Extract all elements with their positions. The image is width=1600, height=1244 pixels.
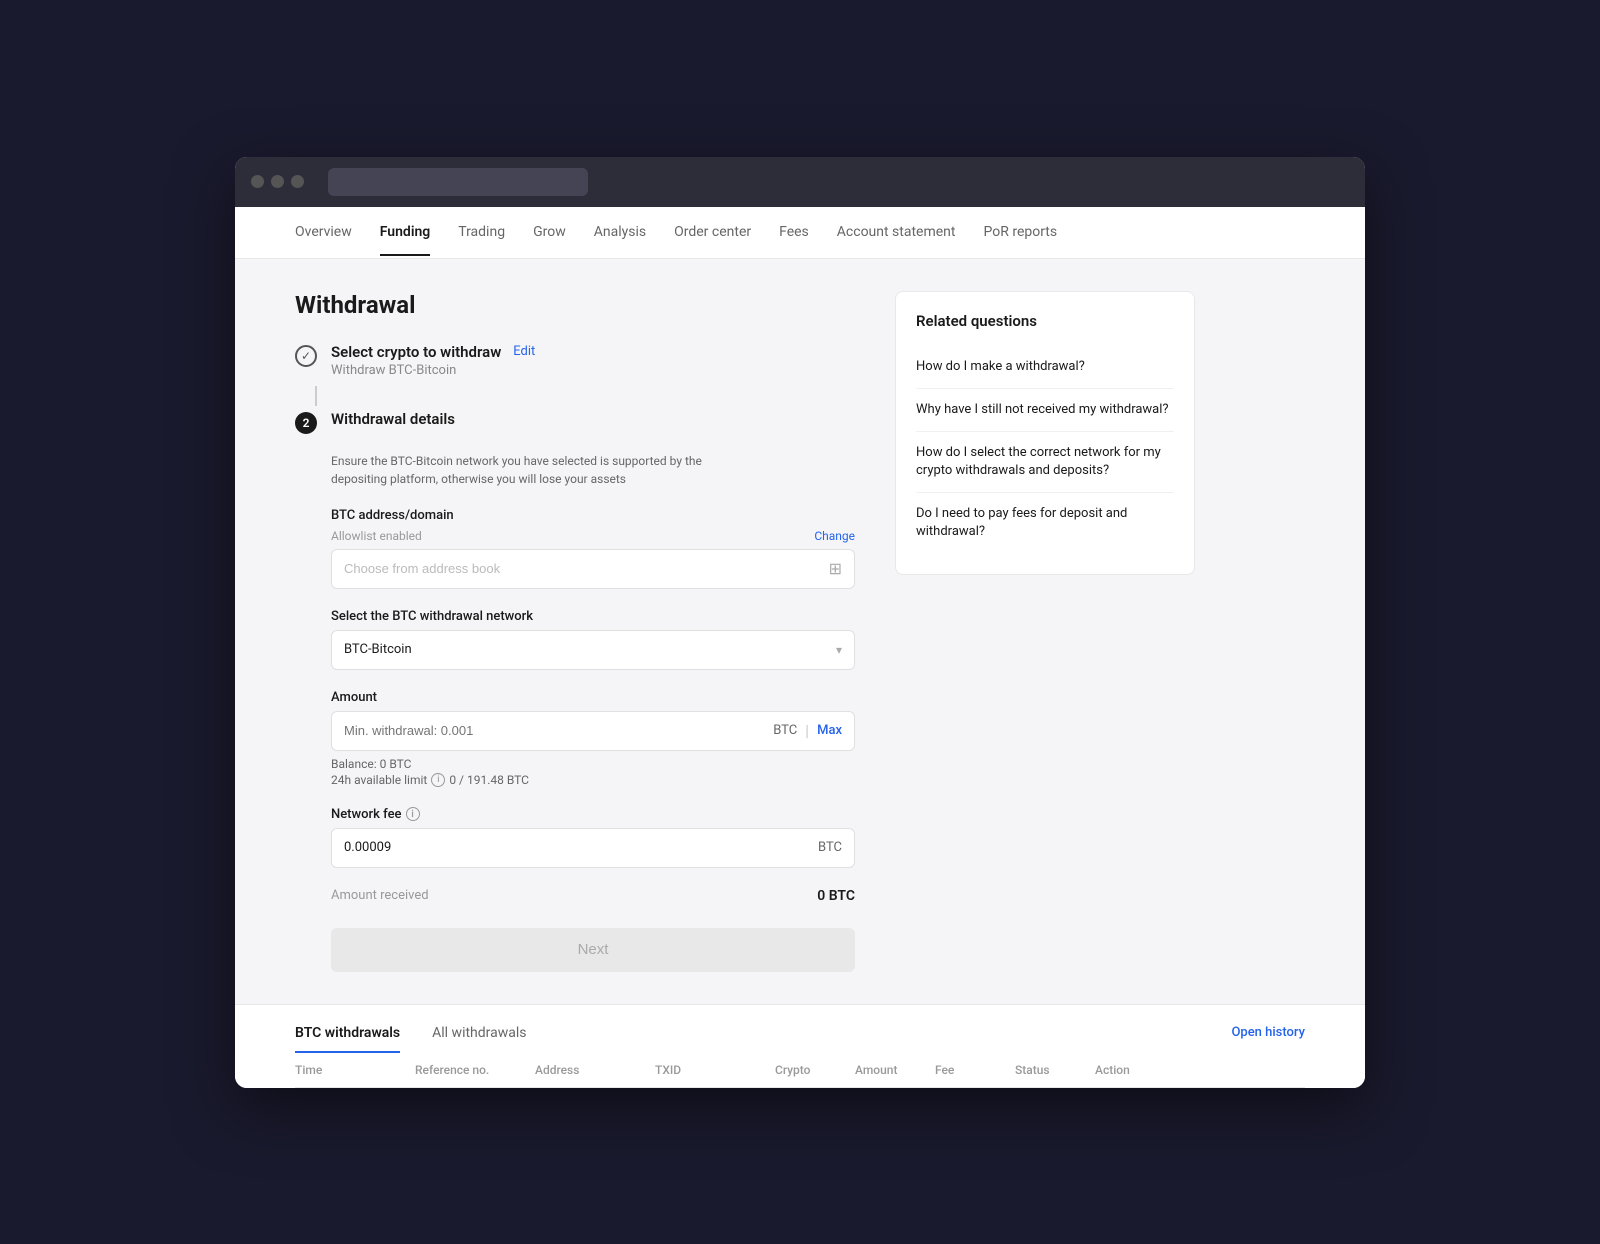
bottom-section: BTC withdrawals All withdrawals Open his… xyxy=(235,1004,1365,1088)
traffic-light-minimize[interactable] xyxy=(271,175,284,188)
btc-address-sublabel: Allowlist enabled Change xyxy=(331,529,855,543)
table-header: Time Reference no. Address TXID Crypto A… xyxy=(295,1053,1305,1088)
network-select-value: BTC-Bitcoin xyxy=(344,642,836,657)
th-address: Address xyxy=(535,1063,655,1077)
nav-item-account-statement[interactable]: Account statement xyxy=(837,208,956,256)
change-link[interactable]: Change xyxy=(814,529,855,543)
fee-wrapper: 0.00009 BTC xyxy=(331,828,855,868)
related-questions-title: Related questions xyxy=(916,312,1174,330)
tab-btc-withdrawals[interactable]: BTC withdrawals xyxy=(295,1013,416,1053)
step-check-icon: ✓ xyxy=(295,345,317,367)
chevron-down-icon: ▾ xyxy=(836,643,842,657)
step-1-label-row: Select crypto to withdraw Edit xyxy=(331,343,535,361)
right-panel: Related questions How do I make a withdr… xyxy=(895,291,1195,972)
step-2-row: 2 Withdrawal details xyxy=(295,410,855,436)
network-field: Select the BTC withdrawal network BTC-Bi… xyxy=(331,609,855,670)
step-1-icon: ✓ xyxy=(295,345,319,369)
related-item-3[interactable]: Do I need to pay fees for deposit and wi… xyxy=(916,493,1174,553)
max-button[interactable]: Max xyxy=(817,723,842,738)
btc-address-label: BTC address/domain xyxy=(331,508,855,523)
nav-item-por-reports[interactable]: PoR reports xyxy=(984,208,1058,256)
amount-received-row: Amount received 0 BTC xyxy=(331,888,855,904)
nav-item-analysis[interactable]: Analysis xyxy=(594,208,646,256)
nav-item-overview[interactable]: Overview xyxy=(295,208,352,256)
fee-info-icon[interactable]: i xyxy=(406,807,420,821)
amount-input-wrapper[interactable]: BTC | Max xyxy=(331,711,855,751)
nav-item-order-center[interactable]: Order center xyxy=(674,208,751,256)
nav-item-grow[interactable]: Grow xyxy=(533,208,566,256)
next-button[interactable]: Next xyxy=(331,928,855,972)
step-1-edit-link[interactable]: Edit xyxy=(513,344,535,359)
step-2-icon: 2 xyxy=(295,412,319,436)
amount-input[interactable] xyxy=(344,723,773,738)
step-connector xyxy=(315,386,317,406)
amount-divider: | xyxy=(805,721,809,740)
step-1-subtitle: Withdraw BTC-Bitcoin xyxy=(331,363,535,378)
traffic-light-close[interactable] xyxy=(251,175,264,188)
tab-all-withdrawals[interactable]: All withdrawals xyxy=(432,1013,542,1053)
network-fee-field: Network fee i 0.00009 BTC xyxy=(331,807,855,868)
th-crypto: Crypto xyxy=(775,1063,855,1077)
network-fee-label: Network fee xyxy=(331,807,402,822)
tabs-list: BTC withdrawals All withdrawals xyxy=(295,1013,559,1053)
fee-value: 0.00009 xyxy=(344,840,818,855)
th-status: Status xyxy=(1015,1063,1095,1077)
amount-label: Amount xyxy=(331,690,855,705)
related-item-1[interactable]: Why have I still not received my withdra… xyxy=(916,389,1174,432)
nav-item-funding[interactable]: Funding xyxy=(380,208,430,256)
limit-value: 0 / 191.48 BTC xyxy=(449,773,529,787)
amount-received-value: 0 BTC xyxy=(817,888,855,904)
browser-chrome xyxy=(235,157,1365,207)
traffic-light-maximize[interactable] xyxy=(291,175,304,188)
amount-currency: BTC xyxy=(773,723,797,738)
step-2-title: Withdrawal details xyxy=(331,410,455,428)
step-1-title: Select crypto to withdraw xyxy=(331,343,501,361)
network-fee-label-row: Network fee i xyxy=(331,807,855,822)
address-book-icon: ⊞ xyxy=(829,559,842,578)
th-reference: Reference no. xyxy=(415,1063,535,1077)
th-time: Time xyxy=(295,1063,415,1077)
address-bar[interactable] xyxy=(328,168,588,196)
btc-address-field: BTC address/domain Allowlist enabled Cha… xyxy=(331,508,855,589)
amount-received-label: Amount received xyxy=(331,888,429,903)
limit-label: 24h available limit xyxy=(331,773,427,787)
related-item-2[interactable]: How do I select the correct network for … xyxy=(916,432,1174,493)
nav-items: Overview Funding Trading Grow Analysis O… xyxy=(295,208,1057,256)
nav-item-fees[interactable]: Fees xyxy=(779,208,809,256)
left-panel: Withdrawal ✓ Select crypto to withdraw E… xyxy=(295,291,855,972)
th-amount: Amount xyxy=(855,1063,935,1077)
form-section: Ensure the BTC-Bitcoin network you have … xyxy=(331,452,855,972)
nav-item-trading[interactable]: Trading xyxy=(458,208,505,256)
btc-address-input[interactable] xyxy=(344,561,829,576)
fee-currency: BTC xyxy=(818,840,842,855)
limit-info-icon[interactable]: i xyxy=(431,773,445,787)
allowlist-text: Allowlist enabled xyxy=(331,529,422,543)
traffic-lights xyxy=(251,175,304,188)
page-title: Withdrawal xyxy=(295,291,855,319)
open-history-link[interactable]: Open history xyxy=(1231,1025,1305,1040)
related-item-0[interactable]: How do I make a withdrawal? xyxy=(916,346,1174,389)
th-fee: Fee xyxy=(935,1063,1015,1077)
limit-text: 24h available limit i 0 / 191.48 BTC xyxy=(331,773,855,787)
step-1-content: Select crypto to withdraw Edit Withdraw … xyxy=(331,343,535,378)
tabs-row: BTC withdrawals All withdrawals Open his… xyxy=(295,1005,1305,1053)
step-1-row: ✓ Select crypto to withdraw Edit Withdra… xyxy=(295,343,855,378)
balance-text: Balance: 0 BTC xyxy=(331,757,855,771)
related-questions-box: Related questions How do I make a withdr… xyxy=(895,291,1195,575)
browser-window: Overview Funding Trading Grow Analysis O… xyxy=(235,157,1365,1088)
th-action: Action xyxy=(1095,1063,1175,1077)
page-content: Overview Funding Trading Grow Analysis O… xyxy=(235,207,1365,1088)
step-number-icon: 2 xyxy=(295,412,317,434)
step-2-content: Withdrawal details xyxy=(331,410,455,428)
btc-address-input-wrapper[interactable]: ⊞ xyxy=(331,549,855,589)
main-layout: Withdrawal ✓ Select crypto to withdraw E… xyxy=(235,259,1365,1004)
network-select[interactable]: BTC-Bitcoin ▾ xyxy=(331,630,855,670)
amount-field: Amount BTC | Max Balance: 0 BTC 24h avai… xyxy=(331,690,855,787)
th-txid: TXID xyxy=(655,1063,775,1077)
network-label: Select the BTC withdrawal network xyxy=(331,609,855,624)
form-warning: Ensure the BTC-Bitcoin network you have … xyxy=(331,452,711,488)
nav-bar: Overview Funding Trading Grow Analysis O… xyxy=(235,207,1365,259)
